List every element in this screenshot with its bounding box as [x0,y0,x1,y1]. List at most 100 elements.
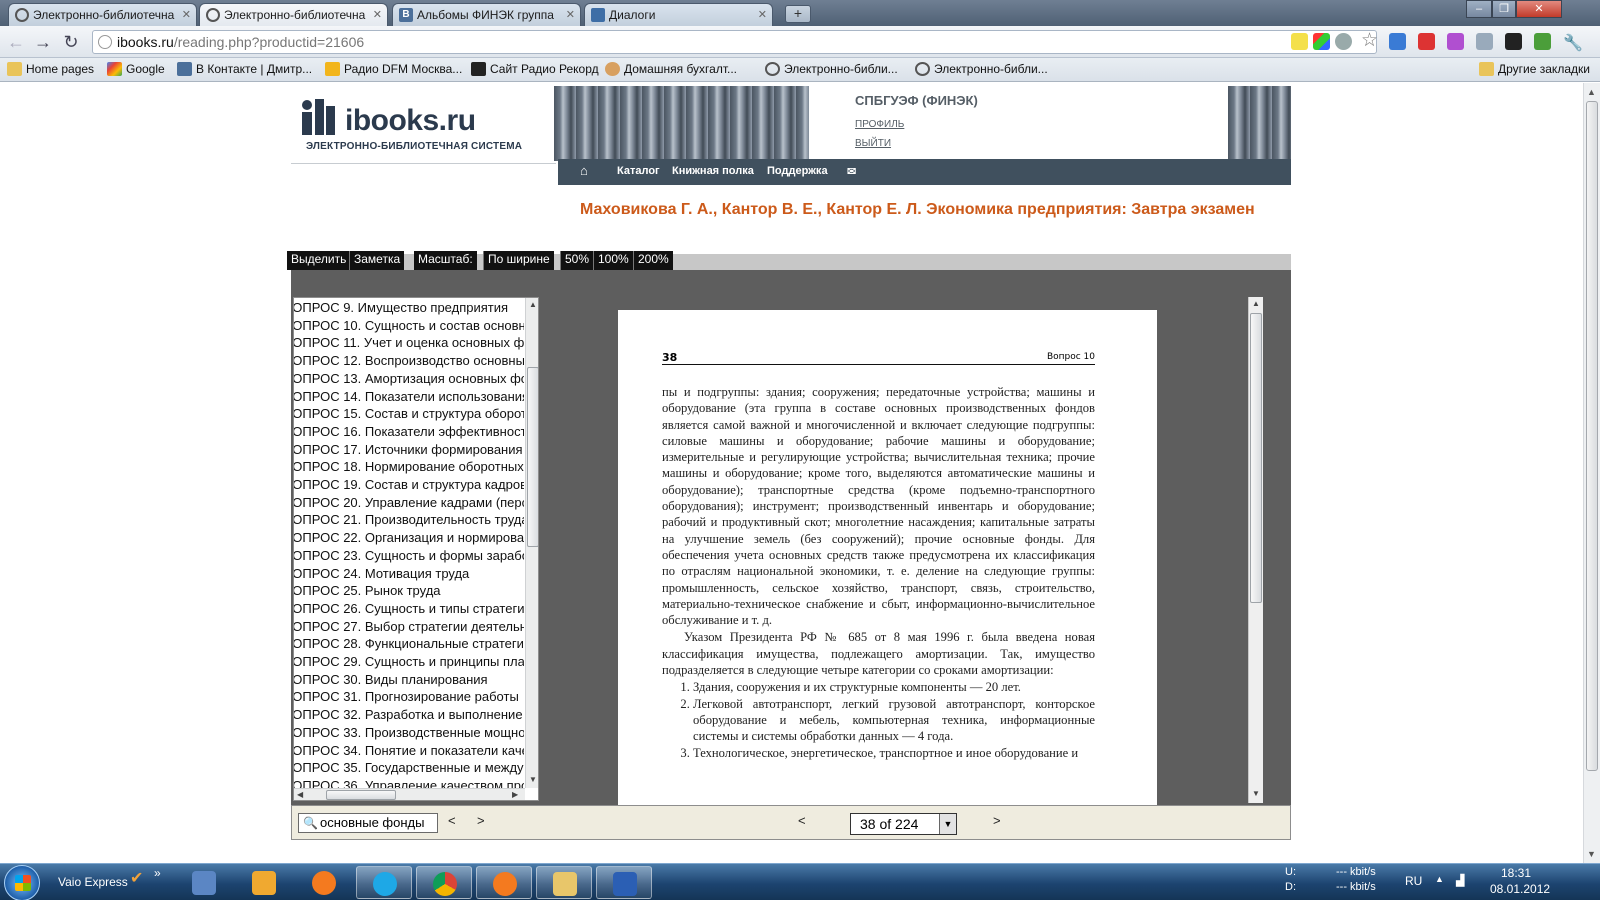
toc-item[interactable]: ВОПРОС 11. Учет и оценка основных фондов [294,334,524,352]
scroll-thumb[interactable] [527,367,538,547]
close-window-button[interactable]: ✕ [1516,0,1562,18]
tab-ibooks-2[interactable]: Электронно-библиотечна ✕ [199,3,388,26]
scroll-up-arrow-icon[interactable]: ▲ [1252,299,1260,308]
page-scrollbar[interactable]: ▲ ▼ [1248,297,1263,803]
bookmark-ibooks-2[interactable]: Электронно-библи... [914,62,1048,76]
minimize-button[interactable]: – [1466,0,1492,18]
toc-item[interactable]: ВОПРОС 23. Сущность и формы заработной [294,547,524,565]
google-extension-icon[interactable] [1389,33,1406,50]
zoom-200-button[interactable]: 200% [633,251,673,270]
toc-item[interactable]: ВОПРОС 25. Рынок труда [294,582,524,600]
logout-link[interactable]: ВЫЙТИ [855,138,891,149]
toc-item[interactable]: ВОПРОС 13. Амортизация основных фондов [294,370,524,388]
toc-item[interactable]: ВОПРОС 34. Понятие и показатели качества [294,742,524,760]
scroll-right-arrow-icon[interactable]: ▶ [512,790,518,799]
toc-item[interactable]: ВОПРОС 30. Виды планирования [294,671,524,689]
toc-item[interactable]: ВОПРОС 35. Государственные и международн… [294,759,524,777]
menu-bookshelf[interactable]: Книжная полка [672,165,754,177]
close-icon[interactable]: ✕ [566,8,575,21]
zoom-fit-width-button[interactable]: По ширине [483,251,554,270]
bookmark-vk[interactable]: В Контакте | Дмитр... [176,62,312,76]
wrench-icon[interactable]: 🔧 [1563,33,1583,52]
scroll-thumb[interactable] [1586,101,1598,771]
zoom-100-button[interactable]: 100% [593,251,633,270]
taskbar-app-mail-agent[interactable] [296,866,352,899]
toc-item[interactable]: ВОПРОС 21. Производительность труда [294,511,524,529]
toc-item[interactable]: ВОПРОС 33. Производственные мощности [294,724,524,742]
chevron-down-icon[interactable]: ▼ [939,814,956,834]
start-button[interactable] [4,865,40,900]
note-tool-button[interactable]: Заметка [349,251,405,270]
search-next-button[interactable]: > [477,813,485,828]
toc-item[interactable]: ВОПРОС 24. Мотивация труда [294,565,524,583]
search-input[interactable]: 🔍 основные фонды [298,813,438,833]
menu-catalog[interactable]: Каталог [617,165,660,177]
language-indicator[interactable]: RU [1405,874,1422,888]
toc-item[interactable]: ВОПРОС 16. Показатели эффективности [294,423,524,441]
scroll-down-arrow-icon[interactable]: ▼ [1587,849,1596,859]
toc-item[interactable]: ВОПРОС 32. Разработка и выполнение [294,706,524,724]
toc-item[interactable]: ВОПРОС 19. Состав и структура кадров [294,476,524,494]
mask-extension-icon[interactable] [1505,33,1522,50]
book-extension-icon[interactable] [1418,33,1435,50]
zoom-50-button[interactable]: 50% [560,251,594,270]
taskbar-app-chrome[interactable] [416,866,472,899]
bookmark-google[interactable]: Google [106,62,165,76]
new-tab-button[interactable]: + [785,5,811,23]
next-page-button[interactable]: > [993,813,1001,828]
toc-item[interactable]: ВОПРОС 26. Сущность и типы стратегий [294,600,524,618]
tab-vk-albums[interactable]: B Альбомы ФИНЭК группа ✕ [392,3,581,26]
network-signal-icon[interactable]: ▟ [1456,874,1464,887]
scroll-up-arrow-icon[interactable]: ▲ [1587,87,1596,97]
scroll-down-arrow-icon[interactable]: ▼ [1252,789,1260,798]
bookmark-record[interactable]: Сайт Радио Рекорд [470,62,599,76]
tray-expand-icon[interactable]: ▲ [1435,874,1444,884]
toc-item[interactable]: ВОПРОС 10. Сущность и состав основных [294,317,524,335]
toc-item[interactable]: ВОПРОС 12. Воспроизводство основных [294,352,524,370]
scroll-up-arrow-icon[interactable]: ▲ [529,300,537,309]
back-button[interactable]: ← [5,31,27,53]
toc-item[interactable]: ВОПРОС 27. Выбор стратегии деятельности [294,618,524,636]
toc-item[interactable]: ВОПРОС 18. Нормирование оборотных средст… [294,458,524,476]
mail-icon[interactable]: ✉ [847,165,856,178]
profile-link[interactable]: ПРОФИЛЬ [855,119,904,130]
note-extension-icon[interactable] [1291,33,1308,50]
toc-item[interactable]: ВОПРОС 22. Организация и нормирование [294,529,524,547]
address-bar[interactable]: ibooks.ru/reading.php?productid=21606 [92,30,1377,54]
other-bookmarks[interactable]: Другие закладки [1478,62,1590,76]
close-icon[interactable]: ✕ [373,8,382,21]
bookmark-dfm[interactable]: Радио DFM Москва... [324,62,462,76]
tab-dialogs[interactable]: Диалоги ✕ [584,3,773,26]
close-icon[interactable]: ✕ [758,8,767,21]
toc-vertical-scrollbar[interactable]: ▲ ▼ [525,298,538,788]
forward-button[interactable]: → [32,31,54,53]
taskbar-app-archive[interactable] [236,866,292,899]
site-logo[interactable]: ibooks.ru ЭЛЕКТРОННО-БИБЛИОТЕЧНАЯ СИСТЕМ… [291,86,556,164]
taskbar-app-skype[interactable] [356,866,412,899]
maximize-button[interactable]: ❐ [1492,0,1516,18]
toc-item[interactable]: ВОПРОС 28. Функциональные стратегии [294,635,524,653]
bookmark-accounting[interactable]: Домашняя бухгалт... [604,62,737,76]
bookmark-home-pages[interactable]: Home pages [6,62,94,76]
chevron-icon[interactable]: » [154,866,161,880]
clock-date[interactable]: 08.01.2012 [1490,882,1550,896]
apps-extension-icon[interactable] [1313,33,1330,50]
menu-support[interactable]: Поддержка [767,165,828,177]
prev-page-button[interactable]: < [798,813,806,828]
bulb-extension-icon[interactable] [1335,33,1352,50]
toc-item[interactable]: ВОПРОС 15. Состав и структура оборотных [294,405,524,423]
clock-time[interactable]: 18:31 [1501,866,1531,880]
bookmark-ibooks-1[interactable]: Электронно-библи... [764,62,898,76]
tab-ibooks-1[interactable]: Электронно-библиотечна ✕ [8,3,197,26]
close-icon[interactable]: ✕ [182,8,191,21]
scroll-thumb[interactable] [1250,313,1262,603]
taskbar-app-word[interactable] [596,866,652,899]
toc-item[interactable]: ВОПРОС 9. Имущество предприятия [294,299,524,317]
toc-item[interactable]: ВОПРОС 14. Показатели использования [294,388,524,406]
browser-scrollbar[interactable]: ▲ ▼ [1583,83,1600,863]
scroll-thumb[interactable] [326,790,396,800]
filter-extension-icon[interactable] [1447,33,1464,50]
taskbar-app-monitor[interactable] [176,866,232,899]
bookmark-star-icon[interactable]: ☆ [1361,29,1378,52]
search-prev-button[interactable]: < [448,813,456,828]
